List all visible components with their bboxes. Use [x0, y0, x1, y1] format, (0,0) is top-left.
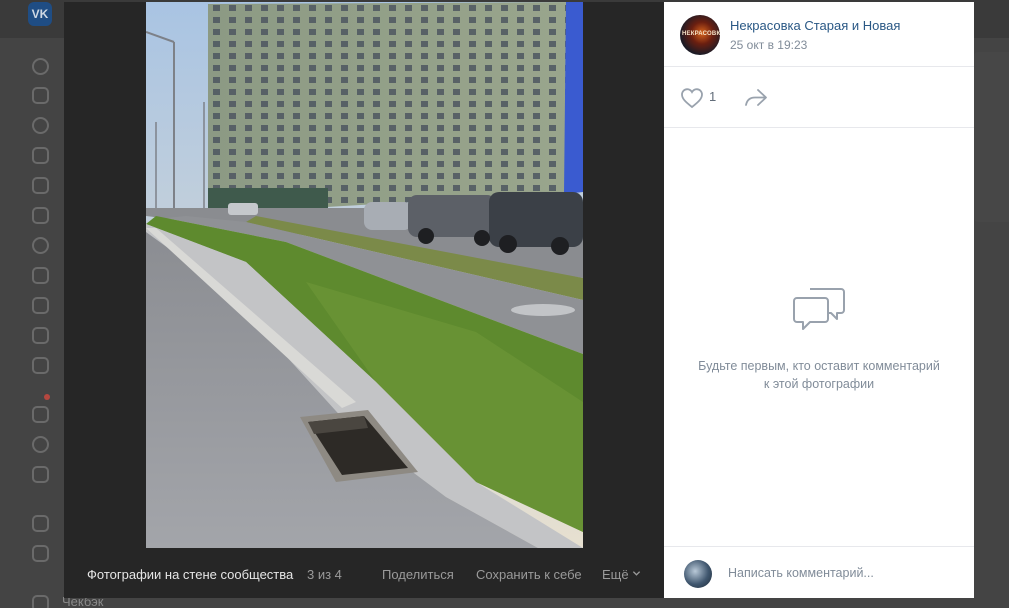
- profile-icon: [32, 58, 49, 75]
- like-count: 1: [709, 89, 717, 104]
- post-date[interactable]: 25 окт в 19:23: [730, 38, 807, 52]
- bookmarks-icon: [32, 515, 49, 532]
- share-icon[interactable]: [743, 87, 769, 109]
- games-icon: [32, 327, 49, 344]
- comment-input[interactable]: [720, 559, 960, 587]
- news-icon: [32, 87, 49, 104]
- save-link[interactable]: Сохранить к себе: [476, 567, 582, 582]
- heart-icon[interactable]: [680, 87, 704, 109]
- photo-image[interactable]: [146, 2, 583, 548]
- community-name-link[interactable]: Некрасовка Старая и Новая: [730, 18, 900, 33]
- post-author: НЕКРАСОВКА Некрасовка Старая и Новая 25 …: [664, 2, 974, 67]
- empty-comments-message: Будьте первым, кто оставит комментарий к…: [698, 359, 940, 391]
- background-card: [974, 52, 1009, 222]
- messages-icon: [32, 117, 49, 134]
- videos-icon: [32, 267, 49, 284]
- share-link[interactable]: Поделиться: [382, 567, 454, 582]
- photos-icon: [32, 207, 49, 224]
- services-icon: [32, 406, 49, 423]
- comment-composer: [664, 546, 974, 598]
- music-icon: [32, 237, 49, 254]
- album-title[interactable]: Фотографии на стене сообщества: [87, 567, 293, 582]
- post-actions: 1: [664, 67, 974, 128]
- background-sidebar: [0, 38, 64, 608]
- comments-icon: [793, 288, 845, 330]
- work-icon: [32, 466, 49, 483]
- clips-icon: [32, 297, 49, 314]
- post-panel: НЕКРАСОВКА Некрасовка Старая и Новая 25 …: [664, 2, 974, 598]
- comments-empty-state: Будьте первым, кто оставит комментарий к…: [664, 128, 974, 546]
- user-avatar[interactable]: [684, 560, 712, 588]
- friends-icon: [32, 147, 49, 164]
- more-menu-button[interactable]: Ещё: [602, 567, 629, 582]
- notification-dot: [44, 394, 50, 400]
- photo-counter: 3 из 4: [307, 567, 342, 582]
- communities-icon: [32, 177, 49, 194]
- avatar-logo-text: НЕКРАСОВКА: [682, 31, 720, 37]
- vkpay-icon: [32, 436, 49, 453]
- vk-logo: VK: [28, 2, 52, 26]
- files-icon: [32, 545, 49, 562]
- chevron-down-icon: [632, 571, 641, 576]
- stickers-icon: [32, 357, 49, 374]
- photo-viewer: Фотографии на стене сообщества 3 из 4 По…: [64, 2, 664, 598]
- apps-icon: [32, 595, 49, 608]
- photo-toolbar: Фотографии на стене сообщества 3 из 4 По…: [64, 548, 664, 598]
- community-avatar[interactable]: НЕКРАСОВКА: [680, 15, 720, 55]
